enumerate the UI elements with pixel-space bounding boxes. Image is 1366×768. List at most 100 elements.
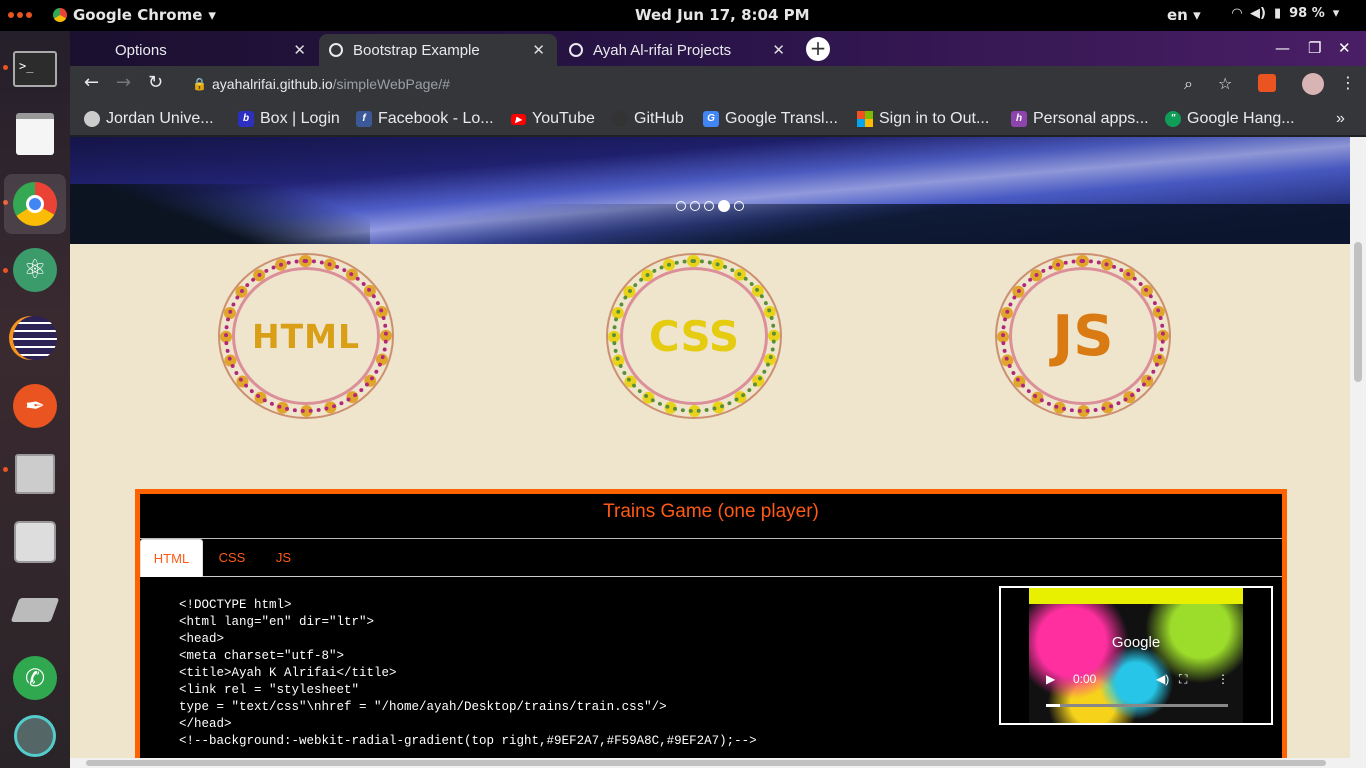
tab-css[interactable]: CSS xyxy=(203,539,261,577)
close-window-button[interactable]: ✕ xyxy=(1338,39,1351,57)
wifi-icon: ◠ xyxy=(1232,6,1242,21)
atom-icon[interactable]: ⚛ xyxy=(10,245,60,295)
bookmark-google-hangouts[interactable]: " Google Hang... xyxy=(1165,110,1295,128)
eclipse-icon[interactable] xyxy=(10,313,60,363)
phone-icon[interactable]: ✆ xyxy=(10,653,60,703)
system-tray[interactable]: ◠ ◀) ▮ 98 % ▾ xyxy=(1232,6,1339,21)
inkscape-icon[interactable]: ✒ xyxy=(10,381,60,431)
mixer-icon[interactable] xyxy=(10,517,60,567)
bookmark-box-login[interactable]: b Box | Login xyxy=(238,110,340,128)
more-options-icon[interactable]: ⋮ xyxy=(1217,672,1229,686)
lock-icon: 🔒 xyxy=(192,77,207,91)
translate-icon: G xyxy=(703,111,719,127)
bookmarks-bar: Jordan Unive... b Box | Login f Facebook -… xyxy=(70,102,1366,136)
app-name: Google Chrome xyxy=(73,6,203,24)
url-text: ayahalrifai.github.io/simpleWebPage/# xyxy=(212,76,450,92)
tab-title: Options xyxy=(115,41,167,59)
chevron-down-icon: ▾ xyxy=(208,6,216,24)
box-icon: b xyxy=(238,111,254,127)
skill-label: CSS xyxy=(648,311,740,361)
battery-icon: ▮ xyxy=(1273,6,1282,21)
carousel-dot[interactable] xyxy=(704,201,714,211)
volume-icon[interactable]: ◀) xyxy=(1156,672,1169,686)
file-cabinet-icon[interactable] xyxy=(10,449,60,499)
terminal-icon[interactable]: >_ xyxy=(10,44,60,94)
fullscreen-icon[interactable]: ⛶ xyxy=(1179,672,1187,687)
carousel-dot[interactable] xyxy=(676,201,686,211)
google-logo: Google xyxy=(1111,634,1161,651)
close-icon[interactable]: ✕ xyxy=(532,41,545,59)
app-menu[interactable]: Google Chrome ▾ xyxy=(53,6,216,24)
reload-button[interactable]: ↻ xyxy=(148,72,163,93)
forward-button[interactable]: → xyxy=(116,72,131,93)
minimize-button[interactable]: — xyxy=(1275,39,1290,57)
text-editor-icon[interactable] xyxy=(10,109,60,159)
carousel-dot-active[interactable] xyxy=(718,200,730,212)
landscape-trees xyxy=(70,184,370,244)
university-icon xyxy=(84,111,100,127)
bookmark-jordan-university[interactable]: Jordan Unive... xyxy=(84,110,214,128)
maximize-button[interactable]: ❐ xyxy=(1308,39,1321,57)
carousel-dot[interactable] xyxy=(734,201,744,211)
system-top-bar: Google Chrome ▾ Wed Jun 17, 8:04 PM en ▾… xyxy=(0,0,1366,31)
video-thumbnail: Google xyxy=(1029,588,1243,723)
tab-options[interactable]: Options ✕ xyxy=(80,34,318,66)
github-icon xyxy=(612,111,628,127)
close-icon[interactable]: ✕ xyxy=(772,41,785,59)
scrollbar-thumb[interactable] xyxy=(1354,242,1362,382)
horizontal-scrollbar[interactable] xyxy=(70,758,1366,768)
code-tabs: HTML CSS JS xyxy=(140,539,1282,577)
bookmark-facebook[interactable]: f Facebook - Lo... xyxy=(356,110,494,128)
new-tab-button[interactable]: + xyxy=(806,37,830,61)
chrome-icon[interactable] xyxy=(4,174,66,234)
browser-toolbar: ← → ↻ 🔒 ayahalrifai.github.io/simpleWebP… xyxy=(70,66,1366,102)
star-icon[interactable]: ☆ xyxy=(1218,74,1232,93)
language-indicator[interactable]: en ▾ xyxy=(1167,6,1201,24)
tab-title: Bootstrap Example xyxy=(353,41,480,59)
skill-label: HTML xyxy=(252,316,360,356)
tab-js[interactable]: JS xyxy=(261,539,306,577)
tab-title: Ayah Al-rifai Projects xyxy=(593,41,732,59)
bookmark-youtube[interactable]: ▶ YouTube xyxy=(511,110,595,128)
activities-dots[interactable] xyxy=(8,12,32,18)
dock: >_ ⚛ ✒ ✆ xyxy=(0,31,70,768)
tab-ayah-projects[interactable]: Ayah Al-rifai Projects ✕ xyxy=(559,34,797,66)
volume-icon: ◀) xyxy=(1250,6,1266,21)
microsoft-icon xyxy=(857,111,873,127)
battery-percent: 98 % xyxy=(1289,6,1325,21)
profile-avatar[interactable] xyxy=(1302,73,1324,95)
apps-icon: h xyxy=(1011,111,1027,127)
bookmarks-overflow-icon[interactable]: » xyxy=(1336,110,1345,128)
hero-carousel xyxy=(70,137,1350,244)
skill-label: JS xyxy=(1052,303,1114,369)
page-viewport: HTML CSS JS Trains Game (one player) HTM… xyxy=(70,137,1350,758)
close-icon[interactable]: ✕ xyxy=(293,41,306,59)
facebook-icon: f xyxy=(356,111,372,127)
menu-icon[interactable]: ⋮ xyxy=(1340,73,1356,92)
skill-css-badge: CSS xyxy=(608,255,780,417)
settings-tool-icon[interactable] xyxy=(10,585,60,635)
bookmark-google-translate[interactable]: G Google Transl... xyxy=(703,110,838,128)
scrollbar-thumb[interactable] xyxy=(86,760,1326,766)
zoom-icon[interactable]: ⌕ xyxy=(1184,74,1193,94)
running-indicator xyxy=(3,65,8,70)
clock[interactable]: Wed Jun 17, 8:04 PM xyxy=(635,6,810,24)
tab-bootstrap-example[interactable]: Bootstrap Example ✕ xyxy=(319,34,557,66)
bookmark-personal-apps[interactable]: h Personal apps... xyxy=(1011,110,1149,128)
browser-window: Options ✕ Bootstrap Example ✕ Ayah Al-ri… xyxy=(70,31,1366,768)
vertical-scrollbar[interactable] xyxy=(1350,137,1366,758)
video-progress-bar[interactable] xyxy=(1046,704,1228,707)
video-player[interactable]: Google ▶ 0:00 ◀) ⛶ ⋮ xyxy=(999,586,1273,725)
bookmark-outlook[interactable]: Sign in to Out... xyxy=(857,110,989,128)
skill-js-badge: JS xyxy=(997,255,1169,417)
tab-html[interactable]: HTML xyxy=(140,539,203,577)
extension-icon[interactable] xyxy=(1258,74,1276,92)
bookmark-github[interactable]: GitHub xyxy=(612,110,684,128)
user-avatar-icon[interactable] xyxy=(10,711,60,761)
carousel-indicators xyxy=(676,200,744,212)
address-bar[interactable]: 🔒 ayahalrifai.github.io/simpleWebPage/# … xyxy=(178,70,1250,98)
project-title: Trains Game (one player) xyxy=(603,501,819,522)
carousel-dot[interactable] xyxy=(690,201,700,211)
play-icon[interactable]: ▶ xyxy=(1046,672,1055,686)
back-button[interactable]: ← xyxy=(84,72,99,93)
